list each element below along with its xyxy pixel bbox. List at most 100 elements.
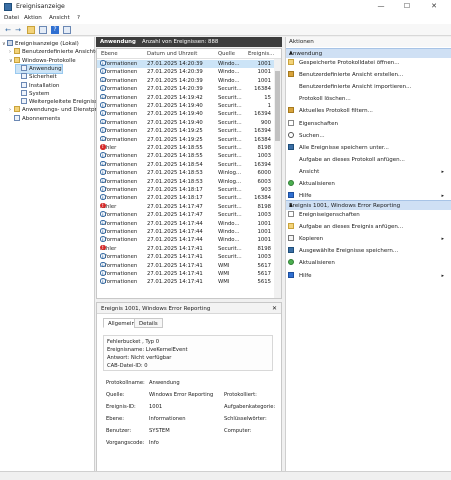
column-date[interactable]: Datum und Uhrzeit [147, 51, 197, 57]
event-row[interactable]: i Informationen 27.01.2025 14:18:53 Winlog.… [97, 177, 275, 186]
panel-icon[interactable] [63, 26, 71, 34]
maximize-button[interactable]: ☐ [397, 0, 417, 14]
action-item[interactable]: Alle Ereignisse speichern unter... [288, 143, 448, 153]
field-label: Benutzer: [106, 428, 132, 434]
menu-datei[interactable]: Datei [4, 15, 19, 21]
tree-item[interactable]: Sicherheit [16, 73, 57, 81]
event-row[interactable]: i Informationen 27.01.2025 14:17:41 WMI 5615 [97, 278, 275, 286]
event-row[interactable]: ! Fehler 27.01.2025 14:17:47 Securit... 8198 [97, 202, 275, 211]
event-row[interactable]: i Informationen 27.01.2025 14:19:40 Securit… [97, 110, 275, 118]
actions-section-event[interactable]: Ereignis 1001, Windows Error Reporting ▲ [286, 200, 451, 210]
event-row[interactable]: i Informationen 27.01.2025 14:17:44 Windo..… [97, 236, 275, 244]
field-value: Info [149, 440, 159, 446]
event-row[interactable]: i Informationen 27.01.2025 14:19:25 Securit… [97, 135, 275, 144]
event-date: 27.01.2025 14:19:42 [147, 94, 203, 101]
menu-ansicht[interactable]: Ansicht [49, 15, 70, 21]
event-row[interactable]: i Informationen 27.01.2025 14:17:44 Windo..… [97, 219, 275, 228]
tree-item[interactable]: Anwendung [15, 63, 63, 74]
event-level: i Informationen [100, 118, 146, 127]
event-row[interactable]: i Informationen 27.01.2025 14:19:25 Securit… [97, 127, 275, 135]
event-row[interactable]: i Informationen 27.01.2025 14:17:41 WMI 5617 [97, 270, 275, 278]
log-icon [21, 64, 27, 71]
event-source: Securit... [218, 136, 242, 143]
properties-icon[interactable] [39, 26, 47, 34]
menu-help[interactable]: ? [77, 15, 80, 21]
column-level[interactable]: Ebene [101, 51, 118, 57]
event-row[interactable]: i Informationen 27.01.2025 14:19:40 Securit… [97, 102, 275, 110]
tree-item[interactable]: Installation [16, 81, 59, 90]
action-item[interactable]: Aufgabe an dieses Ereignis anfügen... [288, 223, 448, 232]
event-level: i Informationen [100, 76, 146, 85]
event-row[interactable]: ! Fehler 27.01.2025 14:18:55 Securit... 8198 [97, 144, 275, 152]
action-item[interactable]: Suchen... [288, 131, 448, 141]
action-item[interactable]: Aktuelles Protokoll filtern... [288, 107, 448, 116]
event-source: Winlog... [218, 170, 242, 177]
scrollbar-thumb[interactable] [275, 71, 280, 141]
event-row[interactable]: i Informationen 27.01.2025 14:18:17 Securit… [97, 194, 275, 202]
action-item[interactable]: Aktualisieren [288, 259, 448, 268]
event-row[interactable]: i Informationen 27.01.2025 14:18:55 Securit… [97, 152, 275, 160]
event-list-scrollbar[interactable] [274, 59, 281, 298]
folder-icon[interactable] [27, 26, 35, 34]
back-icon[interactable]: ← [4, 26, 12, 34]
action-item[interactable]: Protokoll löschen... [288, 95, 448, 104]
tree-item[interactable]: ∨ Windows-Protokolle [9, 56, 76, 65]
event-row[interactable]: i Informationen 27.01.2025 14:19:40 Securit… [97, 118, 275, 127]
event-row[interactable]: i Informationen 27.01.2025 14:17:41 WMI 5617 [97, 261, 275, 270]
actions-section-log[interactable]: Anwendung ▲ [286, 48, 451, 58]
column-event-id[interactable]: Ereignis... [248, 51, 274, 57]
event-source: Securit... [218, 94, 242, 101]
event-id: 16394 [254, 128, 271, 135]
folder-icon [14, 48, 20, 55]
action-item[interactable]: Ereigniseigenschaften [288, 211, 448, 220]
action-label: Aktualisieren [299, 181, 335, 187]
event-row[interactable]: i Informationen 27.01.2025 14:18:17 Securit… [97, 186, 275, 194]
tree-item[interactable]: System [16, 89, 50, 98]
event-row[interactable]: i Informationen 27.01.2025 14:18:53 Winlog.… [97, 169, 275, 177]
forward-icon[interactable]: → [14, 26, 22, 34]
action-item[interactable]: Hilfe ▸ [288, 271, 448, 281]
event-row[interactable]: i Informationen 27.01.2025 14:20:39 Windo..… [97, 68, 275, 76]
event-date: 27.01.2025 14:17:41 [147, 254, 203, 261]
help-icon[interactable]: ? [51, 26, 59, 34]
event-id: 1001 [257, 77, 271, 84]
collapse-arrow-icon[interactable]: ▲ [289, 50, 447, 56]
action-item[interactable]: Gespeicherte Protokolldatei öffnen... [288, 59, 448, 68]
tree-item[interactable]: › Benutzerdefinierte Ansichten [9, 48, 102, 56]
menu-aktion[interactable]: Aktion [24, 15, 42, 21]
event-id: 903 [260, 187, 271, 193]
event-row[interactable]: i Informationen 27.01.2025 14:18:54 Securit… [97, 160, 275, 169]
tab-details[interactable]: Details [134, 318, 163, 328]
action-item[interactable]: Ansicht ▸ [288, 168, 448, 177]
info-icon: i [100, 278, 106, 284]
action-item[interactable]: Benutzerdefinierte Ansicht importieren..… [288, 83, 448, 92]
tree-item[interactable]: ∨ Ereignisanzeige (Lokal) [2, 40, 79, 48]
event-date: 27.01.2025 14:18:17 [147, 195, 203, 202]
event-row[interactable]: i Informationen 27.01.2025 14:20:39 Securit… [97, 85, 275, 93]
log-icon [21, 81, 27, 88]
action-item[interactable]: Aktualisieren [288, 180, 448, 189]
minimize-button[interactable]: — [371, 0, 391, 14]
event-row[interactable]: ! Fehler 27.01.2025 14:17:41 Securit... 8198 [97, 244, 275, 253]
field-value: Informationen [149, 416, 186, 422]
action-item[interactable]: Aufgabe an dieses Protokoll anfügen... [288, 156, 448, 165]
close-icon[interactable]: ✕ [272, 305, 277, 312]
collapse-arrow-icon[interactable]: ▲ [289, 202, 447, 208]
event-level: i Informationen [100, 211, 146, 219]
event-row[interactable]: i Informationen 27.01.2025 14:20:39 Windo..… [97, 60, 275, 69]
action-item[interactable]: Benutzerdefinierte Ansicht erstellen... [288, 71, 448, 80]
event-row[interactable]: i Informationen 27.01.2025 14:20:39 Windo..… [97, 76, 275, 85]
action-item[interactable]: Eigenschaften [288, 119, 448, 129]
action-item[interactable]: Ausgewählte Ereignisse speichern... [288, 247, 448, 256]
column-source[interactable]: Quelle [218, 51, 235, 57]
event-row[interactable]: i Informationen 27.01.2025 14:17:41 Securit… [97, 253, 275, 261]
action-item[interactable]: Kopieren ▸ [288, 235, 448, 244]
event-row[interactable]: i Informationen 27.01.2025 14:17:44 Windo..… [97, 228, 275, 236]
event-row[interactable]: i Informationen 27.01.2025 14:17:47 Securit… [97, 211, 275, 219]
tree-item[interactable]: Weitergeleitete Ereignisse [16, 98, 101, 106]
close-button[interactable]: ✕ [424, 0, 444, 14]
title-bar: Ereignisanzeige — ☐ ✕ [0, 0, 451, 14]
tree-item[interactable]: Abonnements [9, 114, 60, 123]
event-row[interactable]: i Informationen 27.01.2025 14:19:42 Securit… [97, 93, 275, 102]
event-source: Windo... [218, 229, 240, 235]
